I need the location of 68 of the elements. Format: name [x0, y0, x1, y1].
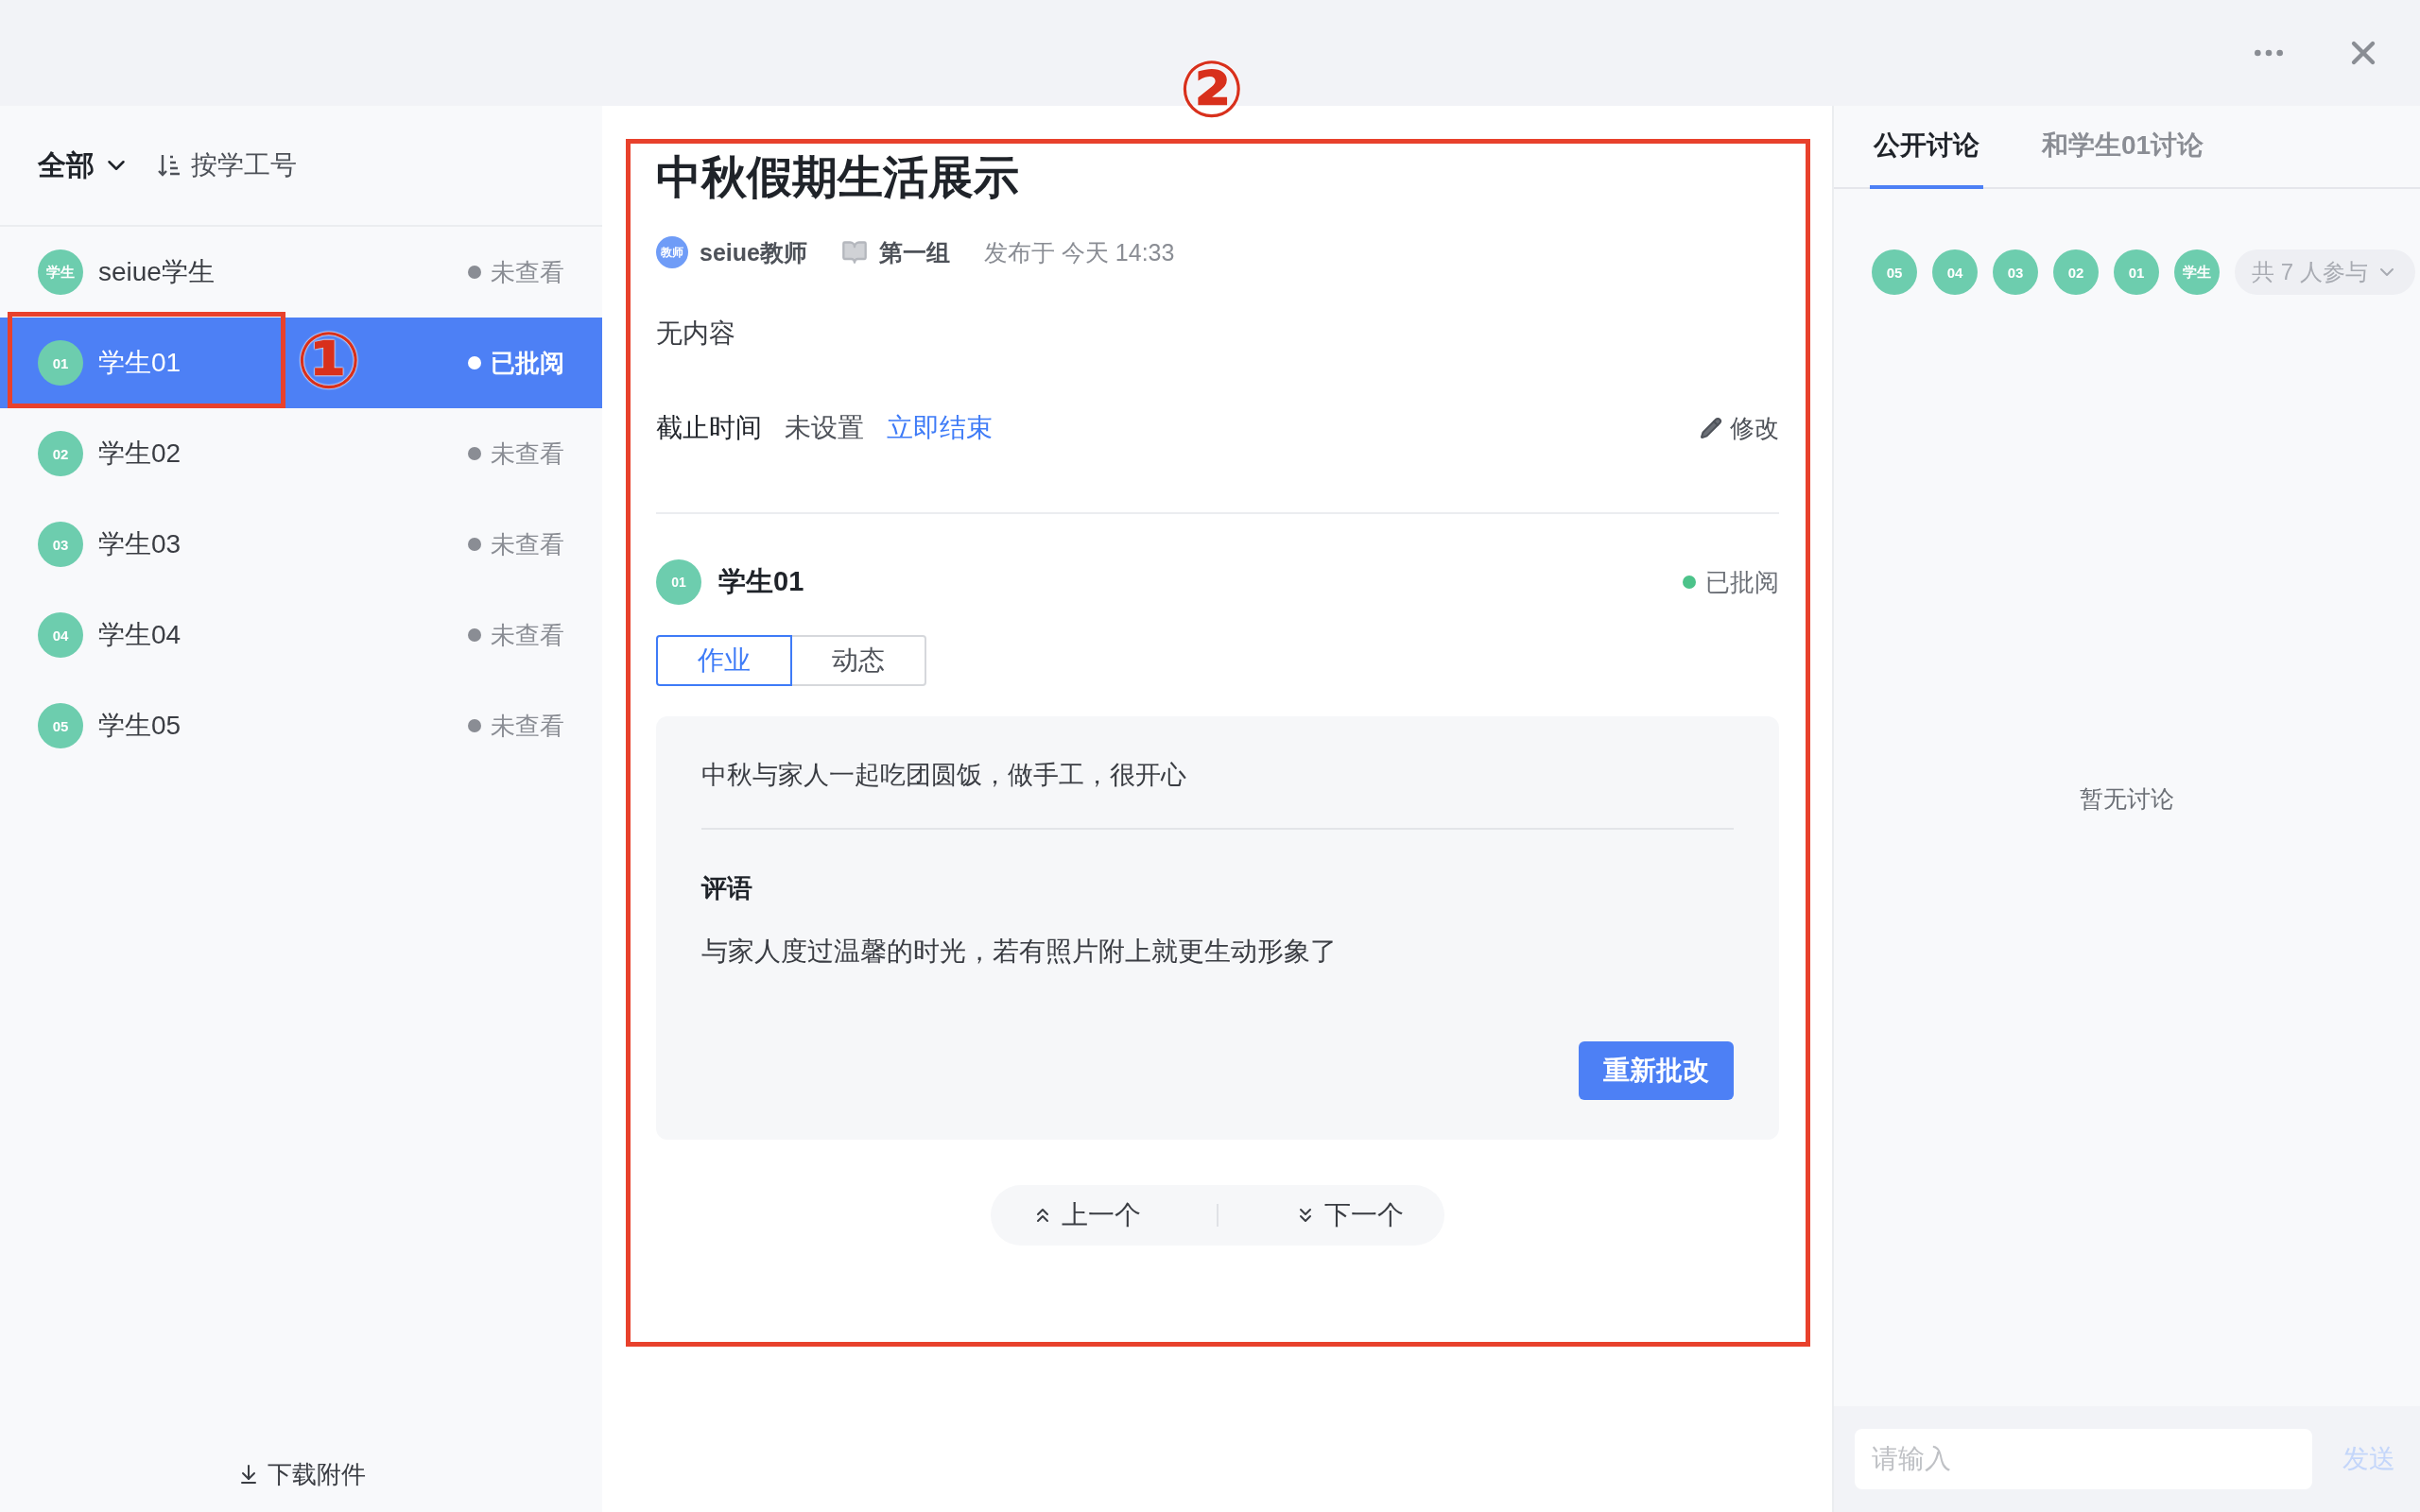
student-avatar: 01 — [656, 559, 701, 605]
segment-tab[interactable]: 作业 — [656, 635, 792, 686]
publish-time: 发布于 今天 14:33 — [983, 237, 1175, 267]
student-name: 学生03 — [98, 528, 182, 560]
message-input[interactable]: 请输入 — [1855, 1429, 2312, 1489]
review-status: 未查看 — [491, 710, 564, 742]
student-name: 学生05 — [98, 710, 182, 742]
participant-avatar: 01 — [2114, 249, 2159, 295]
pencil-icon — [1700, 417, 1722, 439]
participant-avatar: 学生 — [2174, 249, 2220, 295]
review-status: 未查看 — [491, 528, 564, 560]
status-dot — [468, 628, 481, 642]
status-dot — [1683, 576, 1696, 589]
participant-avatar: 05 — [1872, 249, 1917, 295]
student-row[interactable]: 04 学生04 未查看 — [0, 590, 602, 680]
student-name: 学生04 — [98, 619, 182, 651]
teacher-avatar: 教师 — [656, 236, 688, 268]
download-button[interactable]: 下载附件 — [231, 1456, 372, 1492]
status-dot — [468, 266, 481, 279]
assignment-content: 无内容 — [656, 318, 736, 350]
discussion-tab[interactable]: 公开讨论 — [1870, 106, 1983, 189]
review-status: 已批阅 — [491, 347, 564, 379]
next-button[interactable]: 下一个 — [1288, 1196, 1409, 1234]
student-name: 学生02 — [98, 438, 182, 470]
review-status: 已批阅 — [1705, 566, 1779, 598]
participant-avatar: 04 — [1932, 249, 1978, 295]
answer-text: 中秋与家人一起吃团圆饭，做手工，很开心 — [701, 758, 1734, 830]
assignment-title: 中秋假期生活展示 — [656, 151, 1020, 204]
group-name: 第一组 — [878, 237, 950, 267]
review-status: 未查看 — [491, 438, 564, 470]
student-row[interactable]: 03 学生03 未查看 — [0, 499, 602, 590]
participant-avatar: 02 — [2053, 249, 2099, 295]
end-now-link[interactable]: 立即结束 — [887, 410, 993, 446]
sort-button[interactable]: 按学工号 — [157, 147, 297, 183]
segment-tab[interactable]: 动态 — [790, 635, 926, 686]
review-status: 未查看 — [491, 256, 564, 288]
student-name: 学生01 — [98, 347, 182, 379]
student-row[interactable]: 05 学生05 未查看 — [0, 680, 602, 771]
comment-text: 与家人度过温馨的时光，若有照片附上就更生动形象了 — [701, 936, 1338, 968]
status-dot — [468, 538, 481, 551]
status-dot — [468, 447, 481, 460]
sort-icon — [157, 153, 182, 178]
student-avatar: 02 — [38, 431, 83, 476]
deadline-value: 未设置 — [785, 412, 864, 444]
student-name: 学生01 — [718, 565, 804, 598]
filter-dropdown[interactable]: 全部 — [38, 146, 130, 185]
student-avatar: 04 — [38, 612, 83, 658]
student-row[interactable]: 学生 seiue学生 未查看 — [0, 227, 602, 318]
student-row[interactable]: 02 学生02 未查看 — [0, 408, 602, 499]
edit-button[interactable]: 修改 — [1700, 411, 1779, 445]
student-avatar: 01 — [38, 340, 83, 386]
book-icon — [840, 239, 868, 266]
student-name: seiue学生 — [98, 256, 215, 288]
review-status: 未查看 — [491, 619, 564, 651]
comment-label: 评语 — [701, 873, 753, 904]
student-avatar: 03 — [38, 522, 83, 567]
annotation-number: ① — [296, 322, 362, 400]
deadline-label: 截止时间 — [656, 412, 762, 444]
teacher-name: seiue教师 — [700, 237, 807, 267]
regrade-button[interactable]: 重新批改 — [1579, 1041, 1734, 1100]
student-avatar: 学生 — [38, 249, 83, 295]
empty-message: 暂无讨论 — [2080, 783, 2174, 814]
status-dot — [468, 719, 481, 732]
previous-button[interactable]: 上一个 — [1026, 1196, 1147, 1234]
student-avatar: 05 — [38, 703, 83, 748]
status-dot — [468, 356, 481, 369]
annotation-number: ② — [1179, 51, 1245, 129]
participant-avatar: 03 — [1993, 249, 2038, 295]
